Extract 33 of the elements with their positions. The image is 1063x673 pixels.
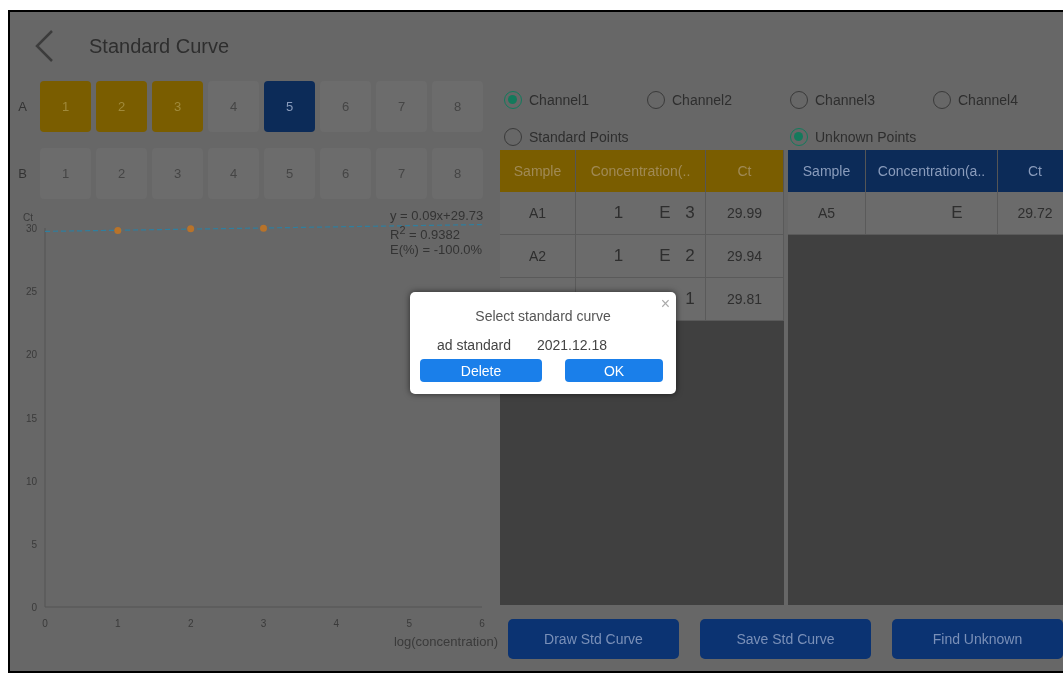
table-cell: 29.99	[706, 192, 784, 234]
well-button[interactable]: 2	[96, 80, 147, 132]
channel-radio[interactable]: Channel3	[790, 88, 933, 112]
action-button[interactable]: Draw Std Curve	[508, 619, 679, 659]
back-icon[interactable]	[34, 29, 54, 63]
page-title: Standard Curve	[89, 34, 230, 58]
table-cell: E	[866, 192, 998, 234]
data-point	[114, 226, 122, 234]
curve-date: 2021.12.18	[536, 337, 608, 353]
point-type-radio[interactable]: Unknown Points	[790, 125, 1063, 149]
action-button[interactable]: Find Unknown	[892, 619, 1063, 659]
dialog-button[interactable]: Delete	[420, 359, 542, 382]
close-button[interactable]: ×	[660, 295, 670, 313]
table-cell: 29.72	[998, 192, 1063, 234]
table-cell: A2	[500, 235, 576, 277]
channel-radio[interactable]: Channel2	[647, 88, 790, 112]
table-cell: 1 E 2	[576, 235, 706, 277]
point-type-radio[interactable]: Standard Points	[504, 125, 790, 149]
table-cell: A5	[788, 192, 866, 234]
curve-name: ad standard	[437, 337, 511, 353]
well-button[interactable]: 5	[264, 80, 315, 132]
table-cell: 29.94	[706, 235, 784, 277]
channel-radio[interactable]: Channel1	[504, 88, 647, 112]
well-button[interactable]: 1	[40, 80, 91, 132]
table-cell: 29.81	[706, 278, 784, 320]
data-point	[187, 225, 195, 233]
table-cell: 1 E 3	[576, 192, 706, 234]
action-button[interactable]: Save Std Curve	[700, 619, 871, 659]
channel-radio[interactable]: Channel4	[933, 88, 1063, 112]
dialog-button[interactable]: OK	[565, 359, 663, 382]
well-button[interactable]: 3	[152, 80, 203, 132]
data-point	[260, 224, 267, 232]
table-cell: A1	[500, 192, 576, 234]
